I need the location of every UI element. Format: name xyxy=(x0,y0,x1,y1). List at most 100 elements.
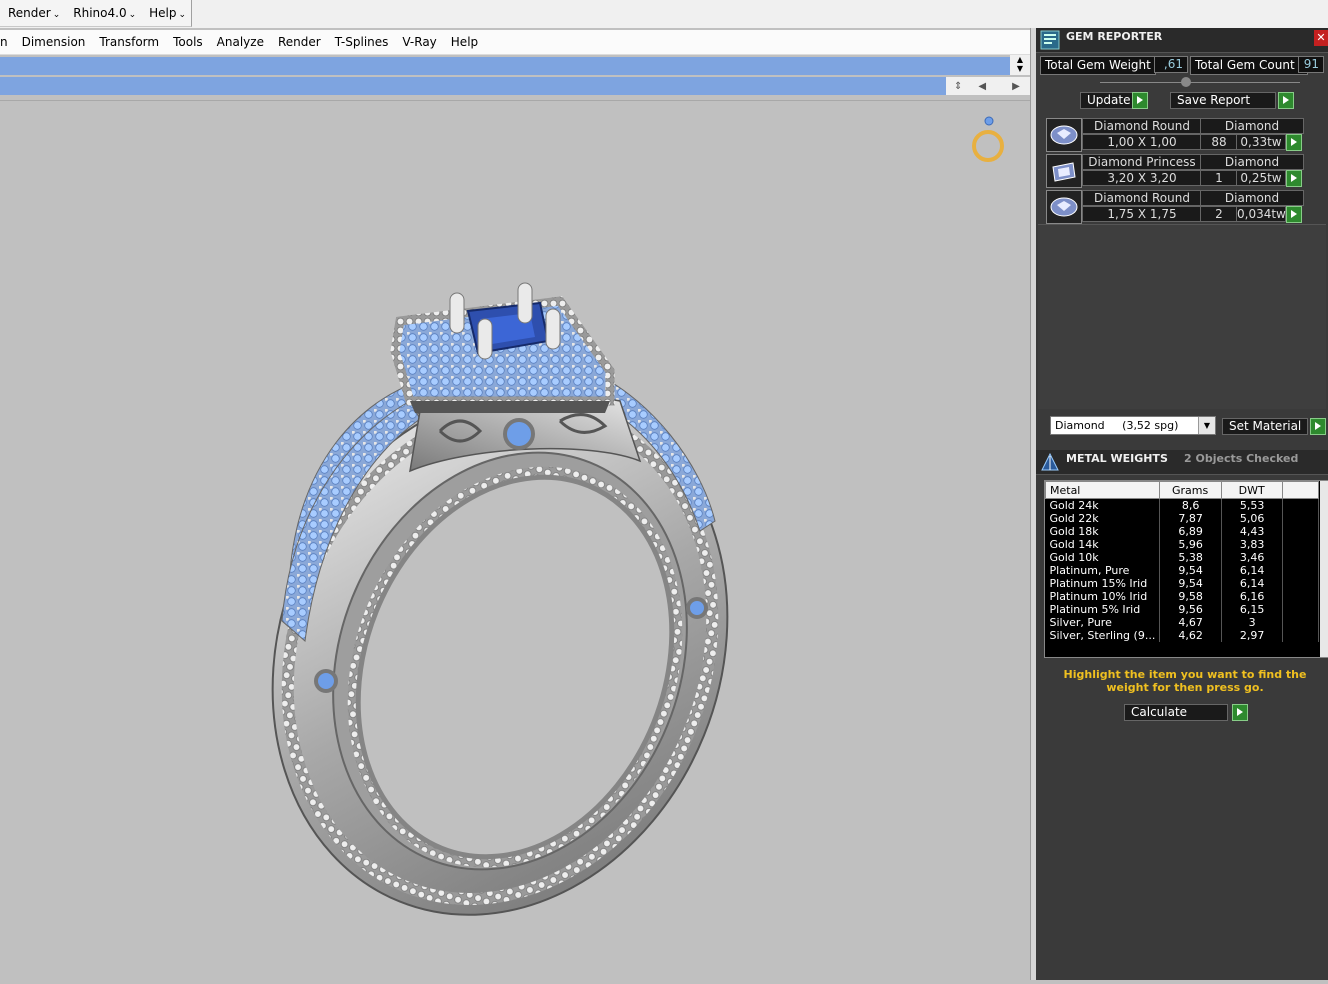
table-row[interactable]: Platinum 10% Irid 9,58 6,16 xyxy=(1045,590,1319,603)
menu-item-render[interactable]: Render xyxy=(271,35,328,49)
close-icon[interactable]: ✕ xyxy=(1314,30,1328,46)
table-row[interactable]: Gold 14k 5,96 3,83 xyxy=(1045,538,1319,551)
menu-item-vray[interactable]: V-Ray xyxy=(395,35,443,49)
table-row[interactable]: Platinum, Pure 9,54 6,14 xyxy=(1045,564,1319,577)
menu-item-view[interactable]: n xyxy=(0,35,15,49)
top-bar xyxy=(0,0,1328,28)
dwt-cell: 3 xyxy=(1221,616,1284,629)
gem-panel: GEM REPORTER ✕ Total Gem Weight ,61 Tota… xyxy=(1036,28,1328,980)
gem-select-go-icon[interactable] xyxy=(1286,170,1302,187)
blank-cell xyxy=(1282,616,1319,629)
grams-cell: 9,54 xyxy=(1159,564,1222,577)
dwt-cell: 5,06 xyxy=(1221,512,1284,525)
metal-cell: Platinum 10% Irid xyxy=(1045,590,1161,603)
top-menu-help[interactable]: Help ⌄ xyxy=(141,0,191,26)
gem-name: Diamond Round xyxy=(1082,118,1202,134)
splitter-handle[interactable] xyxy=(1181,77,1191,87)
material-select[interactable]: Diamond (3,52 spg) ▼ xyxy=(1050,416,1216,435)
gem-name: Diamond Round xyxy=(1082,190,1202,206)
dwt-cell: 2,97 xyxy=(1221,629,1284,642)
dwt-cell: 5,53 xyxy=(1221,498,1284,512)
metal-cell: Platinum, Pure xyxy=(1045,564,1161,577)
set-material-go-icon[interactable] xyxy=(1310,418,1326,435)
gem-row[interactable]: Diamond Round Diamond 1,00 X 1,00 88 0,3… xyxy=(1046,118,1304,152)
gem-list-area[interactable] xyxy=(1038,224,1326,409)
rhino-menu-bar: n Dimension Transform Tools Analyze Rend… xyxy=(0,30,1030,55)
metal-weights-titlebar: METAL WEIGHTS 2 Objects Checked xyxy=(1036,450,1328,475)
grams-cell: 5,96 xyxy=(1159,538,1222,551)
total-gem-weight-label: Total Gem Weight xyxy=(1040,56,1156,75)
column-header-metal[interactable]: Metal xyxy=(1045,481,1161,499)
blank-cell xyxy=(1282,498,1319,512)
chevron-down-icon: ⌄ xyxy=(178,10,187,20)
column-header-grams[interactable]: Grams xyxy=(1159,481,1222,499)
3d-viewport[interactable] xyxy=(0,100,1032,981)
table-row[interactable]: Silver, Pure 4,67 3 xyxy=(1045,616,1319,629)
dwt-cell: 6,15 xyxy=(1221,603,1284,616)
menu-item-analyze[interactable]: Analyze xyxy=(210,35,271,49)
update-button[interactable]: Update xyxy=(1080,92,1136,109)
metal-cell: Gold 18k xyxy=(1045,525,1161,538)
dwt-cell: 3,46 xyxy=(1221,551,1284,564)
gem-weight: 0,33tw xyxy=(1236,134,1286,150)
gem-material: Diamond xyxy=(1200,190,1304,206)
top-menu-rhino[interactable]: Rhino4.0 ⌄ xyxy=(65,0,141,26)
gem-select-go-icon[interactable] xyxy=(1286,206,1302,223)
menu-item-help[interactable]: Help xyxy=(444,35,485,49)
grams-cell: 6,89 xyxy=(1159,525,1222,538)
menu-item-tools[interactable]: Tools xyxy=(166,35,210,49)
table-row[interactable]: Gold 10k 5,38 3,46 xyxy=(1045,551,1319,564)
dwt-cell: 6,14 xyxy=(1221,577,1284,590)
table-row[interactable]: Gold 22k 7,87 5,06 xyxy=(1045,512,1319,525)
command-history[interactable] xyxy=(0,57,1010,75)
scroll-updown-icon[interactable]: ⇕ xyxy=(946,81,970,92)
command-scroll-buttons[interactable]: ▲ ▼ xyxy=(1010,55,1030,75)
total-gem-count-label: Total Gem Count xyxy=(1190,56,1308,75)
save-go-icon[interactable] xyxy=(1278,92,1294,109)
grams-cell: 9,56 xyxy=(1159,603,1222,616)
set-material-button[interactable]: Set Material xyxy=(1222,418,1308,435)
menu-item-tsplines[interactable]: T-Splines xyxy=(328,35,396,49)
arrow-right-icon[interactable]: ▶ xyxy=(1004,81,1028,92)
menu-item-dimension[interactable]: Dimension xyxy=(15,35,93,49)
save-report-button[interactable]: Save Report xyxy=(1170,92,1276,109)
blank-cell xyxy=(1282,512,1319,525)
table-scrollbar[interactable] xyxy=(1320,481,1328,657)
princess-gem-icon xyxy=(1046,154,1082,188)
metal-cell: Silver, Pure xyxy=(1045,616,1161,629)
table-row[interactable]: Gold 24k 8,6 5,53 xyxy=(1045,498,1319,512)
top-menu-render[interactable]: Render ⌄ xyxy=(0,0,65,26)
column-header-dwt[interactable]: DWT xyxy=(1220,481,1284,499)
blank-cell xyxy=(1282,538,1319,551)
blank-cell xyxy=(1282,629,1319,642)
table-row[interactable]: Platinum 15% Irid 9,54 6,14 xyxy=(1045,577,1319,590)
round-gem-icon xyxy=(1046,118,1082,152)
table-row[interactable]: Silver, Sterling (9... 4,62 2,97 xyxy=(1045,629,1319,642)
dwt-cell: 3,83 xyxy=(1221,538,1284,551)
gem-select-go-icon[interactable] xyxy=(1286,134,1302,151)
metal-weights-table[interactable]: Metal Grams DWT Gold 24k 8,6 5,53 Gold 22k 7… xyxy=(1044,480,1328,658)
update-go-icon[interactable] xyxy=(1132,92,1148,109)
gem-size: 1,75 X 1,75 xyxy=(1082,206,1202,222)
chevron-down-icon: ⌄ xyxy=(128,10,137,20)
grams-cell: 4,67 xyxy=(1159,616,1222,629)
calculate-button[interactable]: Calculate xyxy=(1124,704,1228,721)
grams-cell: 5,38 xyxy=(1159,551,1222,564)
calculate-go-icon[interactable] xyxy=(1232,704,1248,721)
total-gem-count-value: 91 xyxy=(1298,56,1324,73)
gem-weight: 0,25tw xyxy=(1236,170,1286,186)
arrow-left-icon[interactable]: ◀ xyxy=(970,81,994,92)
blank-cell xyxy=(1282,577,1319,590)
menu-item-transform[interactable]: Transform xyxy=(92,35,166,49)
table-row[interactable]: Gold 18k 6,89 4,43 xyxy=(1045,525,1319,538)
total-gem-weight-value: ,61 xyxy=(1154,56,1188,73)
blank-cell xyxy=(1282,525,1319,538)
metal-cell: Platinum 15% Irid xyxy=(1045,577,1161,590)
gem-row[interactable]: Diamond Round Diamond 1,75 X 1,75 2 0,03… xyxy=(1046,190,1304,224)
gem-row[interactable]: Diamond Princess Diamond 3,20 X 3,20 1 0… xyxy=(1046,154,1304,188)
command-input[interactable] xyxy=(0,77,946,95)
chevron-down-icon[interactable]: ▼ xyxy=(1198,417,1215,434)
table-row[interactable]: Platinum 5% Irid 9,56 6,15 xyxy=(1045,603,1319,616)
command-nav-buttons[interactable]: ⇕ ◀ ▶ xyxy=(946,77,1030,95)
ring-model xyxy=(271,116,1004,916)
